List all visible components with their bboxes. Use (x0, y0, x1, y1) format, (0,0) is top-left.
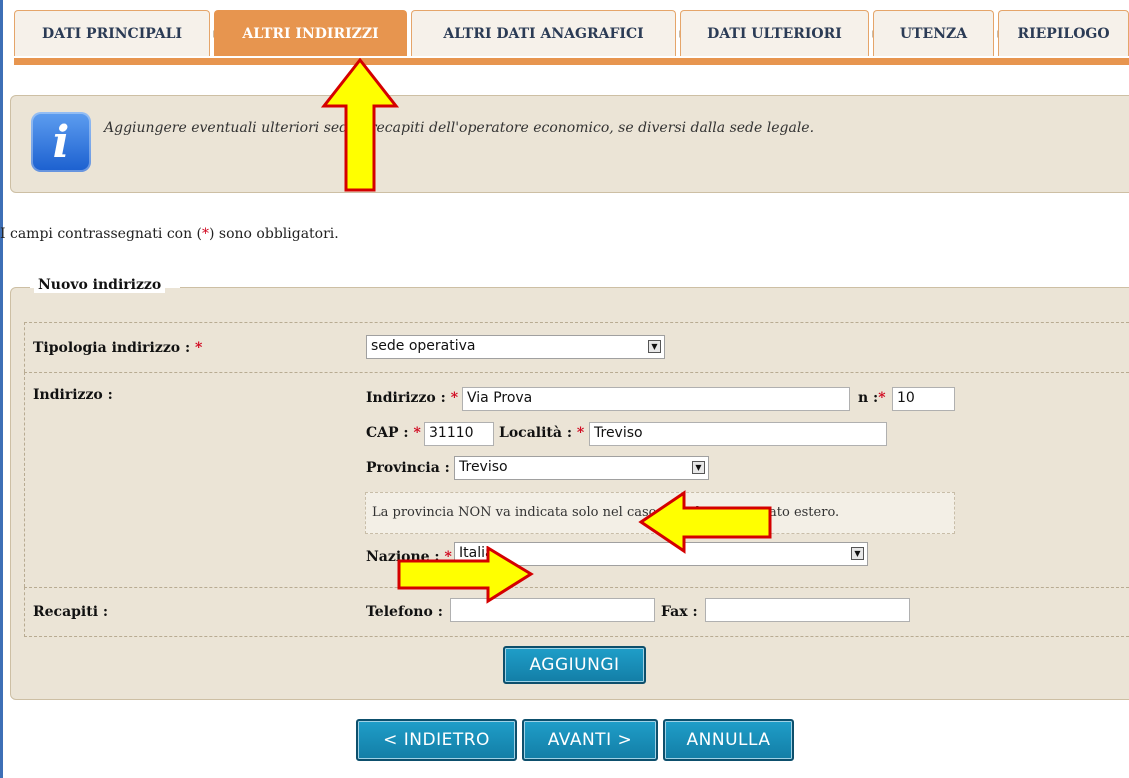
numero-input[interactable]: 10 (892, 387, 955, 411)
info-icon: i (31, 112, 91, 172)
tab-underline (14, 58, 1129, 65)
tab-altri-indirizzi[interactable]: ALTRI INDIRIZZI (214, 10, 407, 56)
localita-input[interactable]: Treviso (589, 422, 887, 446)
tipologia-select[interactable]: sede operativa ▼ (366, 335, 665, 359)
recapiti-label: Recapiti : (33, 604, 109, 620)
cancel-button[interactable]: ANNULLA (663, 719, 794, 761)
back-button[interactable]: < INDIETRO (356, 719, 517, 761)
indirizzo-label: Indirizzo : * (366, 390, 459, 406)
numero-label: n :* (858, 390, 886, 406)
fieldset-legend: Nuovo indirizzo (34, 277, 166, 293)
indirizzo-input[interactable]: Via Prova (462, 387, 850, 411)
arrow-right-annotation-icon (397, 546, 534, 604)
window-left-border (0, 0, 3, 778)
cap-input[interactable]: 31110 (424, 422, 494, 446)
fax-label: Fax : (661, 604, 698, 620)
arrow-left-annotation-icon (638, 490, 772, 554)
tab-dati-ulteriori[interactable]: DATI ULTERIORI (680, 10, 876, 56)
tab-utenza[interactable]: UTENZA (873, 10, 1001, 56)
provincia-select[interactable]: Treviso ▼ (454, 456, 709, 480)
info-message: Aggiungere eventuali ulteriori sedi e re… (104, 120, 815, 136)
localita-label: Località : * (499, 425, 585, 441)
next-button[interactable]: AVANTI > (522, 719, 658, 761)
info-box: i Aggiungere eventuali ulteriori sedi e … (10, 95, 1129, 193)
telefono-label: Telefono : (366, 604, 443, 620)
chevron-down-icon: ▼ (648, 340, 661, 353)
tab-dati-principali[interactable]: DATI PRINCIPALI (14, 10, 217, 56)
indirizzo-row-label: Indirizzo : (33, 387, 113, 403)
add-address-button[interactable]: AGGIUNGI (503, 646, 646, 684)
arrow-right-shape (397, 546, 534, 604)
tab-riepilogo[interactable]: RIEPILOGO (998, 10, 1129, 56)
fax-input[interactable] (705, 598, 910, 622)
tipologia-label: Tipologia indirizzo : * (33, 340, 203, 356)
wizard-tabs: DATI PRINCIPALI ALTRI INDIRIZZI ALTRI DA… (0, 0, 1129, 70)
mandatory-fields-note: I campi contrassegnati con (*) sono obbl… (0, 226, 339, 242)
arrow-up-annotation-icon (320, 58, 400, 192)
cap-label: CAP : * (366, 425, 421, 441)
provincia-label: Provincia : (366, 460, 450, 476)
chevron-down-icon: ▼ (692, 461, 705, 474)
tab-altri-dati-anagrafici[interactable]: ALTRI DATI ANAGRAFICI (411, 10, 683, 56)
arrow-up-shape (320, 58, 400, 192)
chevron-down-icon: ▼ (851, 547, 864, 560)
arrow-left-shape (638, 490, 772, 554)
